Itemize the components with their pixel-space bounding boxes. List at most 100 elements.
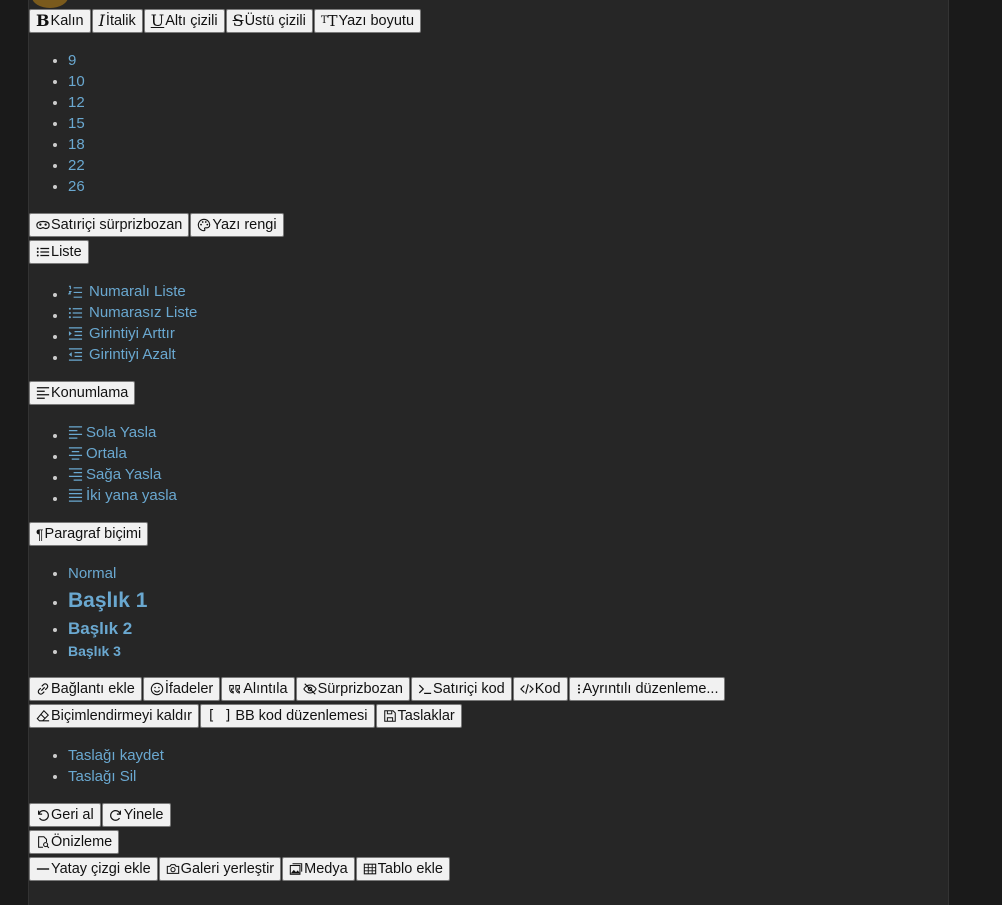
code-icon <box>519 682 534 696</box>
font-size-option[interactable]: 12 <box>68 92 85 113</box>
table-icon <box>363 862 377 876</box>
save-draft-option[interactable]: Taslağı kaydet <box>68 745 164 766</box>
brackets-icon: [ ] <box>207 708 233 724</box>
indent-option[interactable]: Girintiyi Arttır <box>68 323 175 344</box>
undo-button[interactable]: Geri al <box>29 803 101 827</box>
align-item: Sola Yasla <box>68 422 177 443</box>
underline-label: Altı çizili <box>165 13 218 29</box>
list-item: Girintiyi Arttır <box>68 323 197 344</box>
align-left-option[interactable]: Sola Yasla <box>68 422 156 443</box>
bold-button[interactable]: B Kalın <box>29 9 91 33</box>
underline-icon: U <box>150 11 165 30</box>
font-size-icon: TT <box>320 11 338 30</box>
insert-table-label: Tablo ekle <box>377 861 443 877</box>
toolbar-row-list: Liste <box>29 240 89 264</box>
outdent-label: Girintiyi Azalt <box>89 346 176 363</box>
align-center-icon <box>68 447 83 460</box>
heading-1-option[interactable]: Başlık 1 <box>68 584 147 617</box>
media-label: Medya <box>304 861 348 877</box>
media-button[interactable]: Medya <box>282 857 355 881</box>
align-left-label: Sola Yasla <box>86 424 157 441</box>
remove-format-button[interactable]: Biçimlendirmeyi kaldır <box>29 704 200 728</box>
font-size-option[interactable]: 9 <box>68 50 76 71</box>
heading-2-option[interactable]: Başlık 2 <box>68 617 132 641</box>
italic-icon: I <box>98 11 105 30</box>
align-center-option[interactable]: Ortala <box>68 443 127 464</box>
inline-spoiler-button[interactable]: Satıriçi sürprizbozan <box>29 213 190 237</box>
text-color-button[interactable]: Yazı rengi <box>190 213 284 237</box>
smiley-icon <box>150 682 164 696</box>
redo-icon <box>109 808 123 822</box>
code-button[interactable]: Kod <box>512 677 568 701</box>
list-button[interactable]: Liste <box>29 240 89 264</box>
toolbar-row-media: Yatay çizgi ekle Galeri yerleştir Medya … <box>29 857 450 881</box>
unordered-list-icon <box>68 307 83 319</box>
eye-slash-icon <box>302 682 317 696</box>
indent-label: Girintiyi Arttır <box>89 325 175 342</box>
bold-label: Kalın <box>50 13 84 29</box>
mask-icon <box>36 218 50 232</box>
toolbar-row-tools: Biçimlendirmeyi kaldır [ ] BB kod düzenl… <box>29 704 462 728</box>
bb-code-label: BB kod düzenlemesi <box>235 708 368 724</box>
bold-icon: B <box>36 11 50 30</box>
font-size-option[interactable]: 22 <box>68 155 85 176</box>
unordered-list-option[interactable]: Numarasız Liste <box>68 302 197 323</box>
remove-format-label: Biçimlendirmeyi kaldır <box>51 708 193 724</box>
strikethrough-button[interactable]: S Üstü çizili <box>225 9 313 33</box>
italic-label: İtalik <box>105 13 136 29</box>
insert-link-button[interactable]: Bağlantı ekle <box>29 677 142 701</box>
gallery-button[interactable]: Galeri yerleştir <box>158 857 282 881</box>
font-size-item: 15 <box>68 113 85 134</box>
quote-button[interactable]: Alıntıla <box>221 677 295 701</box>
align-item: Sağa Yasla <box>68 464 177 485</box>
align-right-label: Sağa Yasla <box>86 466 162 483</box>
align-button[interactable]: Konumlama <box>29 381 136 405</box>
paragraph-format-button[interactable]: ¶ Paragraf biçimi <box>29 522 149 546</box>
indent-icon <box>68 327 83 340</box>
outdent-option[interactable]: Girintiyi Azalt <box>68 344 176 365</box>
eraser-icon <box>36 709 50 723</box>
align-justify-option[interactable]: İki yana yasla <box>68 485 177 506</box>
paragraph-menu: Normal Başlık 1 Başlık 2 Başlık 3 <box>29 563 147 661</box>
font-size-button[interactable]: TT Yazı boyutu <box>313 9 422 33</box>
ordered-list-option[interactable]: Numaralı Liste <box>68 281 186 302</box>
align-menu: Sola Yasla Ortala Sağa Yasla İki yana ya… <box>29 422 177 506</box>
paragraph-item: Normal <box>68 563 147 584</box>
insert-table-button[interactable]: Tablo ekle <box>355 857 450 881</box>
toolbar-row-spoiler-color: Satıriçi sürprizbozan Yazı rengi <box>29 213 284 237</box>
align-justify-label: İki yana yasla <box>86 487 177 504</box>
redo-button[interactable]: Yinele <box>101 803 171 827</box>
quote-label: Alıntıla <box>243 681 288 697</box>
document-search-icon <box>36 835 50 849</box>
italic-button[interactable]: I İtalik <box>91 9 143 33</box>
heading-3-option[interactable]: Başlık 3 <box>68 641 121 661</box>
font-size-option[interactable]: 26 <box>68 176 85 197</box>
font-size-option[interactable]: 15 <box>68 113 85 134</box>
font-size-option[interactable]: 10 <box>68 71 85 92</box>
smilies-label: İfadeler <box>164 681 214 697</box>
palette-icon <box>197 218 211 232</box>
spoiler-button[interactable]: Sürprizbozan <box>295 677 410 701</box>
horizontal-rule-button[interactable]: Yatay çizgi ekle <box>29 857 158 881</box>
align-item: İki yana yasla <box>68 485 177 506</box>
paragraph-normal-option[interactable]: Normal <box>68 563 116 584</box>
horizontal-rule-label: Yatay çizgi ekle <box>51 861 151 877</box>
images-icon <box>289 862 303 876</box>
font-size-option[interactable]: 18 <box>68 134 85 155</box>
align-right-option[interactable]: Sağa Yasla <box>68 464 161 485</box>
smilies-button[interactable]: İfadeler <box>142 677 221 701</box>
bb-code-button[interactable]: [ ] BB kod düzenlemesi <box>200 704 375 728</box>
text-color-label: Yazı rengi <box>212 217 277 233</box>
preview-button[interactable]: Önizleme <box>29 830 120 854</box>
more-options-button[interactable]: Ayrıntılı düzenleme... <box>568 677 726 701</box>
delete-draft-option[interactable]: Taslağı Sil <box>68 766 136 787</box>
terminal-icon <box>418 682 432 696</box>
toolbar-row-format: B Kalın I İtalik U Altı çizili S Üstü çi… <box>29 9 422 33</box>
floppy-disk-icon <box>383 709 397 723</box>
font-size-label: Yazı boyutu <box>338 13 415 29</box>
underline-button[interactable]: U Altı çizili <box>143 9 225 33</box>
align-label: Konumlama <box>51 385 129 401</box>
inline-code-button[interactable]: Satıriçi kod <box>411 677 512 701</box>
drafts-button[interactable]: Taslaklar <box>375 704 462 728</box>
font-size-item: 10 <box>68 71 85 92</box>
